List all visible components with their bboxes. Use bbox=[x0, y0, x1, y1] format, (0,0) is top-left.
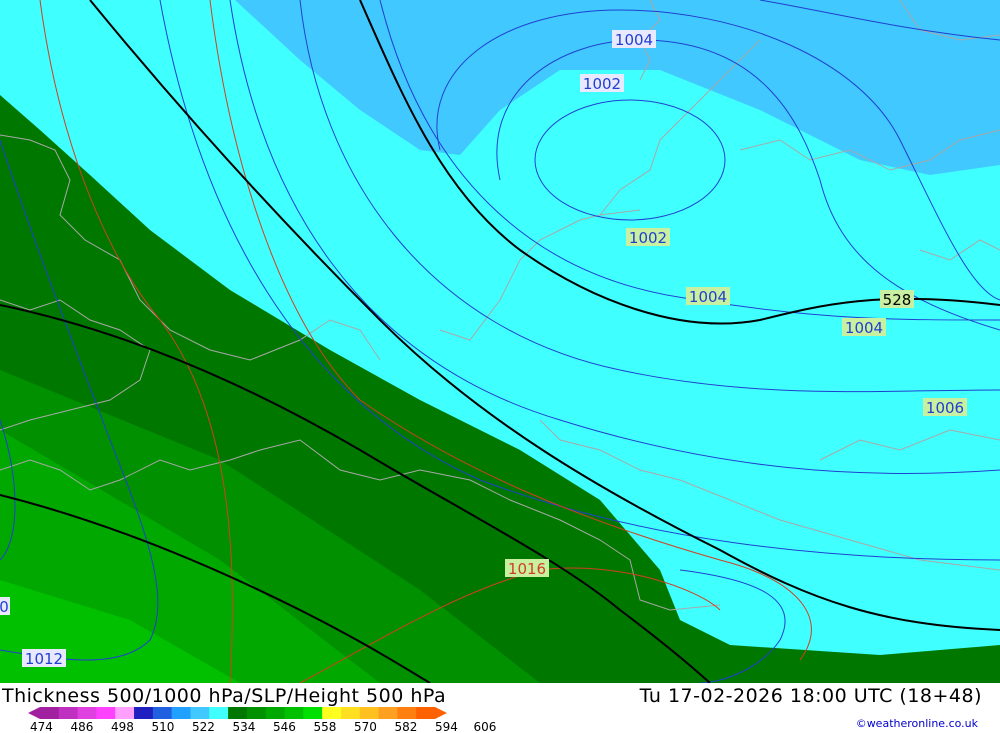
scale-swatch bbox=[397, 707, 417, 719]
svg-text:1002: 1002 bbox=[583, 75, 621, 93]
svg-text:1002: 1002 bbox=[629, 229, 667, 247]
scale-tick-label: 582 bbox=[395, 720, 418, 733]
scale-swatch bbox=[322, 707, 342, 719]
scale-swatch bbox=[359, 707, 380, 719]
scale-tick-label: 498 bbox=[111, 720, 134, 733]
scale-swatch bbox=[303, 707, 323, 719]
scale-tick-label: 570 bbox=[354, 720, 377, 733]
svg-text:1016: 1016 bbox=[508, 560, 546, 578]
scale-swatch bbox=[77, 707, 97, 719]
label-1004-right: 1004 bbox=[842, 318, 886, 337]
color-scale-bar bbox=[28, 707, 447, 719]
svg-text:1006: 1006 bbox=[926, 399, 964, 417]
scale-swatch bbox=[265, 707, 286, 719]
scale-tick-label: 534 bbox=[233, 720, 256, 733]
scale-swatch bbox=[416, 707, 436, 719]
svg-text:0: 0 bbox=[0, 598, 9, 616]
scale-swatch bbox=[190, 707, 210, 719]
credit-link[interactable]: ©weatheronline.co.uk bbox=[856, 717, 978, 730]
svg-text:528: 528 bbox=[883, 291, 912, 309]
color-scale: 474 486 498 510 522 534 546 558 570 582 594 606 bbox=[28, 707, 496, 733]
scale-tick-label: 474 bbox=[30, 720, 53, 733]
label-0-edge: 0 bbox=[0, 597, 10, 616]
scale-tick-label: 486 bbox=[71, 720, 94, 733]
label-1012: 1012 bbox=[22, 649, 66, 668]
valid-time: Tu 17-02-2026 18:00 UTC (18+48) bbox=[639, 685, 982, 707]
scale-swatch bbox=[228, 707, 248, 719]
scale-swatch bbox=[152, 707, 173, 719]
scale-tick-label: 606 bbox=[474, 720, 497, 733]
color-scale-ticks: 474 486 498 510 522 534 546 558 570 582 594 606 bbox=[30, 720, 496, 733]
scale-swatch bbox=[134, 707, 154, 719]
weather-map: 1004 1002 1002 1004 528 1004 1006 1016 1… bbox=[0, 0, 1000, 683]
scale-swatch bbox=[115, 707, 135, 719]
scale-swatch bbox=[209, 707, 229, 719]
svg-text:1004: 1004 bbox=[615, 31, 653, 49]
scale-swatch bbox=[340, 707, 361, 719]
label-1004-mid: 1004 bbox=[686, 287, 730, 306]
scale-swatch bbox=[96, 707, 116, 719]
scale-swatch bbox=[58, 707, 79, 719]
scale-tick-label: 510 bbox=[152, 720, 175, 733]
map-footer: Thickness 500/1000 hPa/SLP/Height 500 hP… bbox=[0, 683, 1000, 733]
scale-swatch bbox=[284, 707, 304, 719]
scale-swatch bbox=[246, 707, 267, 719]
scale-swatch bbox=[378, 707, 398, 719]
label-528: 528 bbox=[880, 290, 914, 309]
scale-arrow-left bbox=[28, 707, 40, 719]
svg-text:1004: 1004 bbox=[689, 288, 727, 306]
svg-text:1012: 1012 bbox=[25, 650, 63, 668]
scale-arrow-right bbox=[435, 707, 447, 719]
svg-text:1004: 1004 bbox=[845, 319, 883, 337]
scale-tick-label: 522 bbox=[192, 720, 215, 733]
label-1016: 1016 bbox=[505, 559, 549, 578]
label-1002-a: 1002 bbox=[580, 74, 624, 93]
scale-tick-label: 594 bbox=[435, 720, 458, 733]
scale-swatch bbox=[40, 707, 60, 719]
scale-tick-label: 558 bbox=[314, 720, 337, 733]
scale-swatch bbox=[171, 707, 191, 719]
label-1006: 1006 bbox=[923, 398, 967, 417]
label-1002-b: 1002 bbox=[626, 228, 670, 247]
label-1004-top: 1004 bbox=[612, 30, 656, 49]
scale-tick-label: 546 bbox=[273, 720, 296, 733]
